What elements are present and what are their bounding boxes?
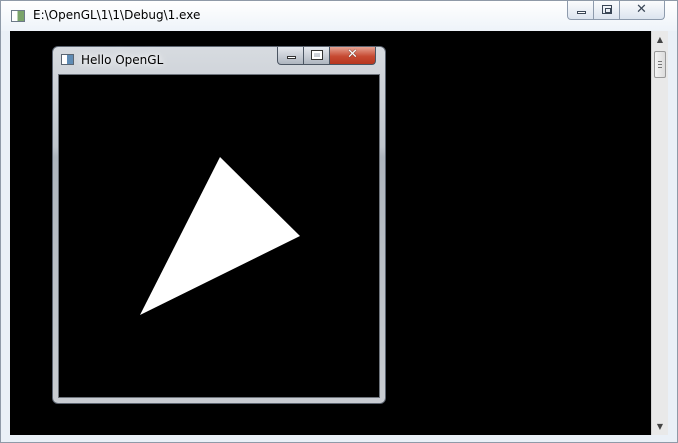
console-close-button[interactable]: ✕ — [620, 1, 665, 20]
opengl-titlebar[interactable]: Hello OpenGL ✕ — [53, 47, 385, 73]
opengl-render-canvas[interactable] — [58, 74, 380, 398]
opengl-window-title: Hello OpenGL — [81, 53, 164, 67]
console-app-icon[interactable] — [11, 10, 25, 22]
maximize-icon — [602, 5, 612, 14]
minimize-icon — [577, 11, 586, 14]
console-titlebar[interactable]: E:\OpenGL\1\1\Debug\1.exe ✕ — [1, 1, 677, 31]
console-window-controls: ✕ — [567, 1, 665, 21]
console-title: E:\OpenGL\1\1\Debug\1.exe — [33, 8, 201, 22]
vertical-scrollbar[interactable]: ▲ ▼ — [651, 31, 668, 435]
white-triangle — [140, 157, 300, 315]
console-maximize-button[interactable] — [594, 1, 620, 20]
arrow-up-icon[interactable]: ▲ — [652, 31, 668, 48]
arrow-down-icon[interactable]: ▼ — [652, 418, 668, 435]
console-minimize-button[interactable] — [567, 1, 594, 20]
minimize-icon — [287, 56, 296, 59]
close-icon: ✕ — [636, 2, 647, 17]
render-surface — [140, 157, 300, 315]
opengl-minimize-button[interactable] — [277, 47, 304, 65]
close-icon: ✕ — [347, 47, 358, 62]
grip-line — [658, 64, 662, 65]
opengl-window: Hello OpenGL ✕ — [52, 46, 386, 404]
grip-line — [658, 61, 662, 62]
opengl-maximize-button[interactable] — [304, 47, 330, 65]
maximize-icon — [311, 50, 323, 60]
opengl-close-button[interactable]: ✕ — [330, 47, 376, 65]
scrollbar-thumb[interactable] — [654, 51, 666, 78]
window-app-icon[interactable] — [61, 54, 74, 65]
grip-line — [658, 67, 662, 68]
opengl-window-controls: ✕ — [277, 47, 376, 66]
